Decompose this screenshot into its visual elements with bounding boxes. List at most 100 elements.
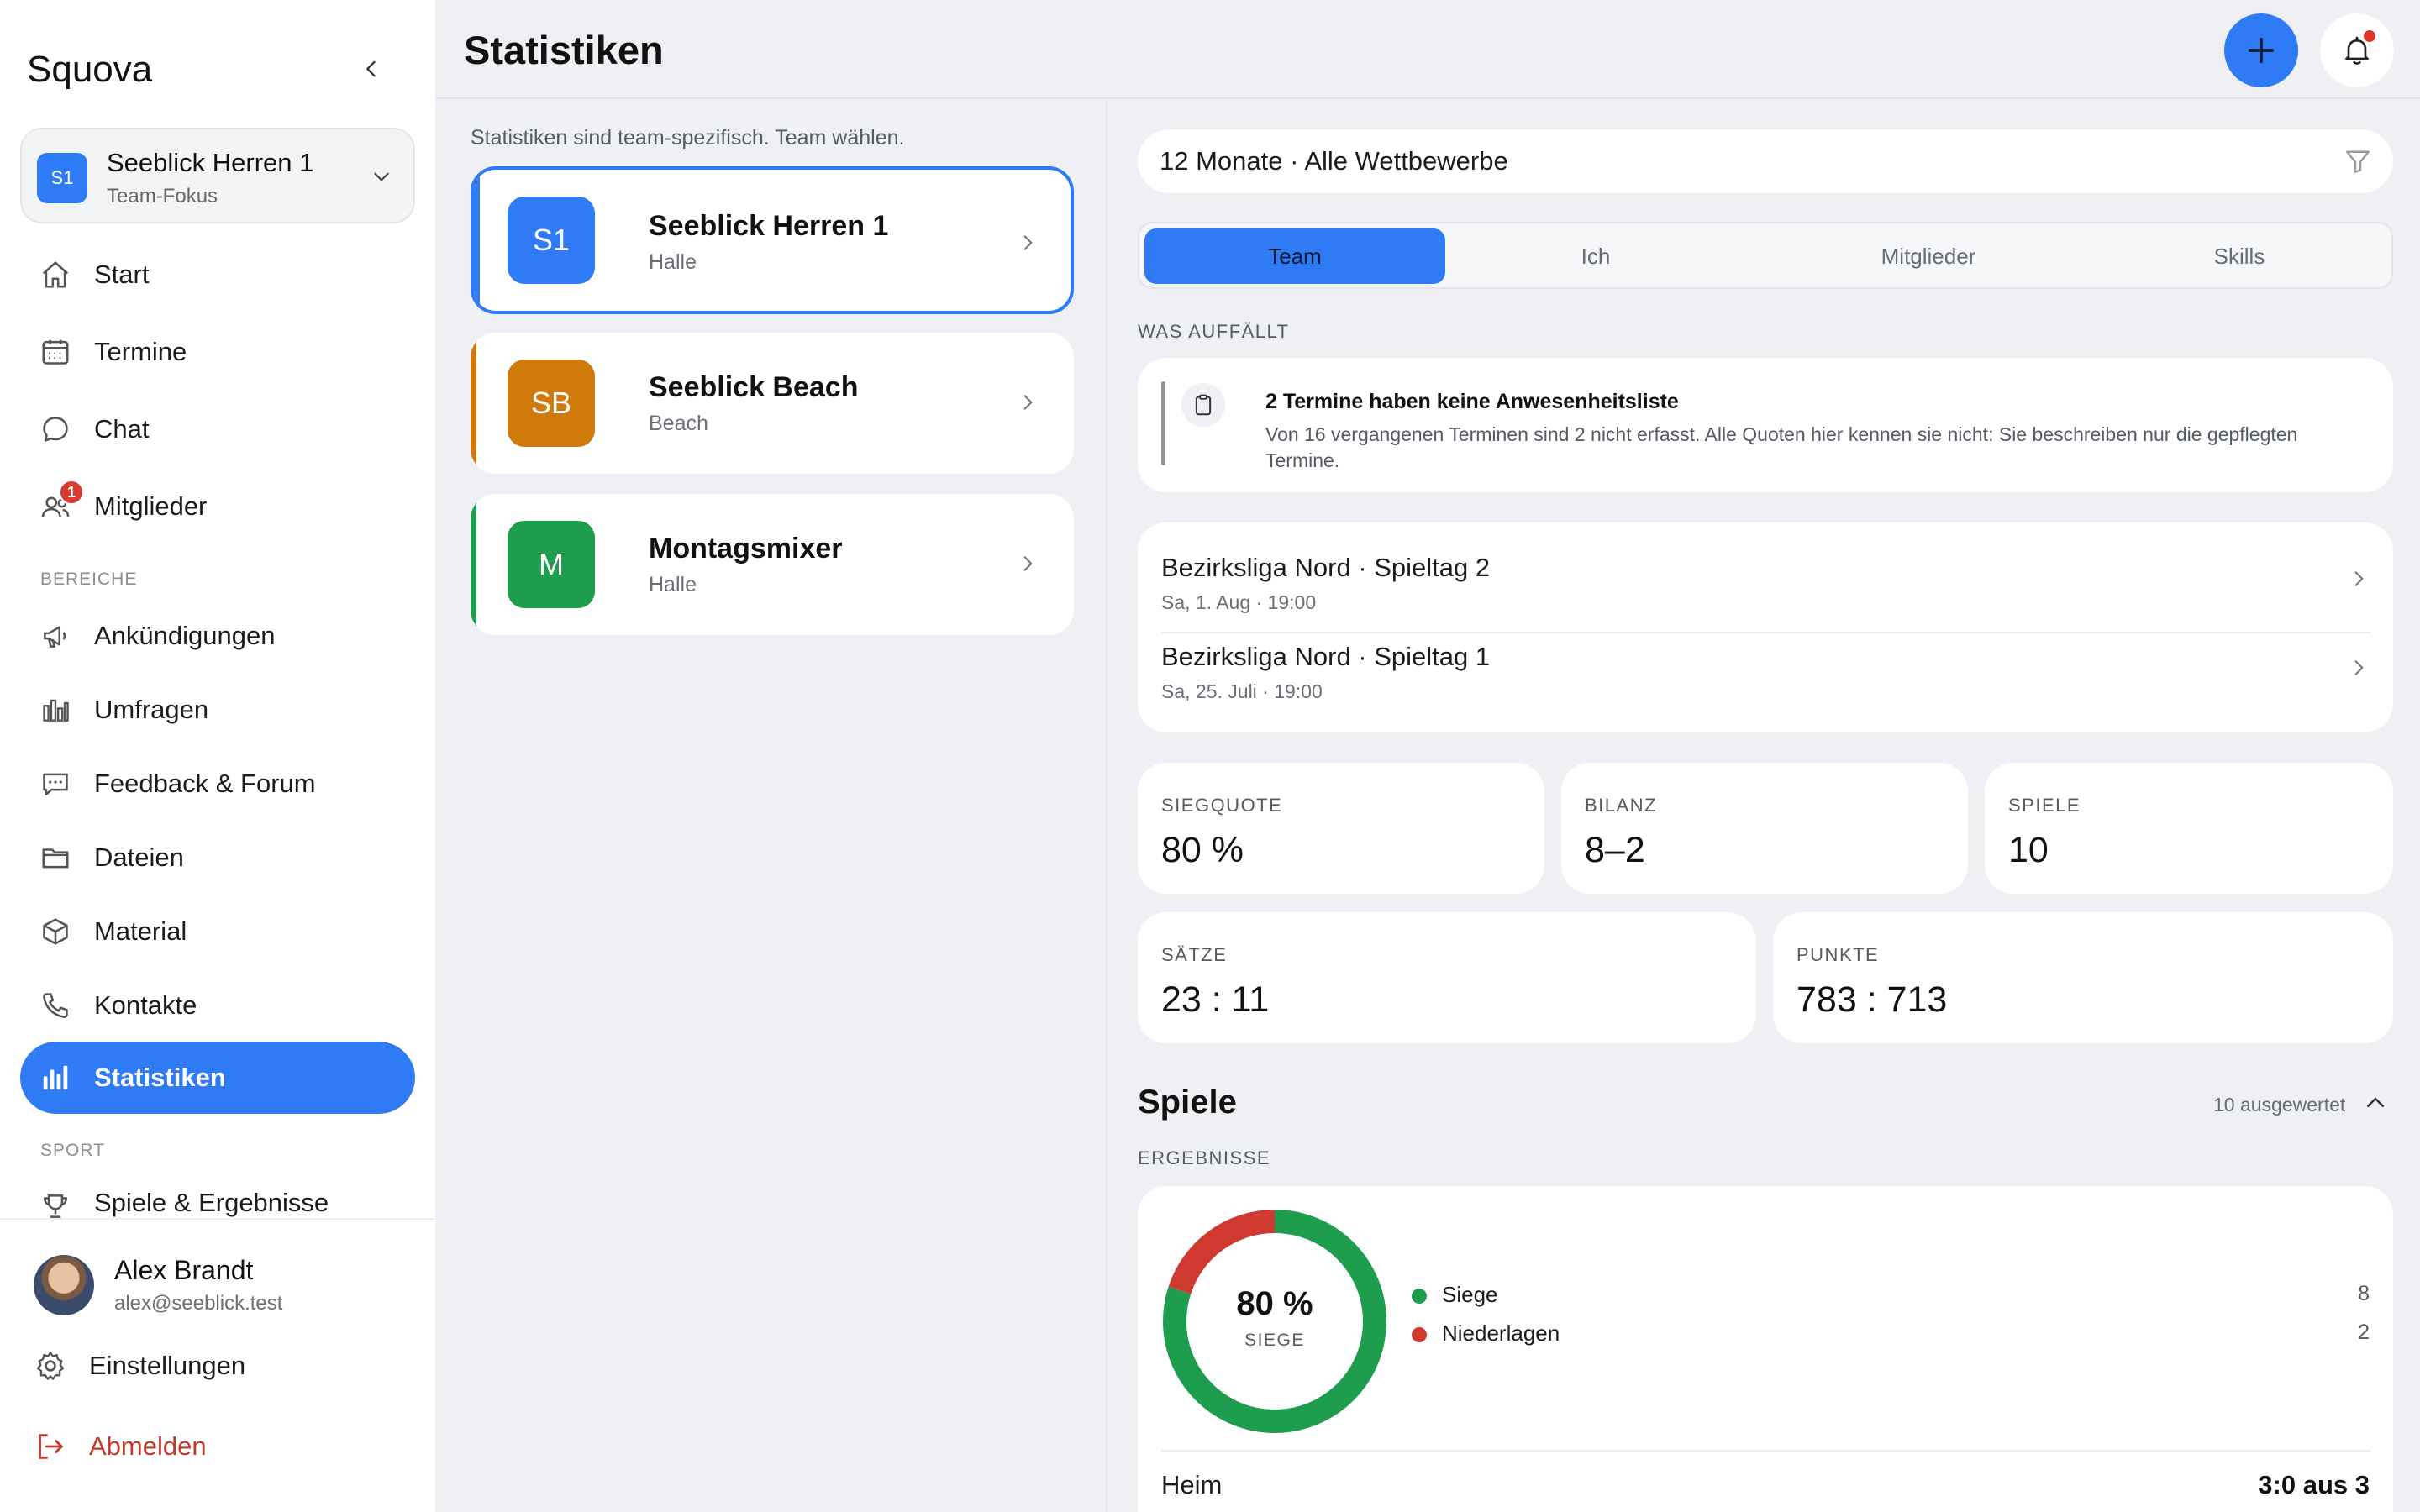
team-avatar: M [508, 521, 595, 608]
stat-card-bilanz: BILANZ 8–2 [1561, 763, 1968, 894]
gear-icon [36, 1352, 65, 1380]
chevron-right-icon [2346, 655, 2371, 680]
chevron-down-icon [366, 161, 397, 192]
calendar-icon [37, 333, 74, 370]
stat-label: BILANZ [1585, 795, 1658, 816]
team-selector[interactable]: S1 Seeblick Herren 1 Team-Fokus [20, 128, 415, 223]
stat-card-siegquote: SIEGQUOTE 80 % [1138, 763, 1544, 894]
chevron-right-icon [2346, 566, 2371, 591]
legend-label: Siege [1442, 1282, 1498, 1307]
stat-label: SPIELE [2008, 795, 2081, 816]
filter-icon[interactable] [2341, 144, 2375, 178]
sidebar-item-spiele-ergebnisse[interactable]: Spiele & Ergebnisse [20, 1171, 415, 1218]
upcoming-games-list: Bezirksliga Nord · Spieltag 2 Sa, 1. Aug… [1138, 522, 2393, 732]
folder-icon [37, 839, 74, 876]
chat-icon [37, 411, 74, 448]
game-date: Sa, 25. Juli · 19:00 [1161, 680, 1323, 702]
list-item[interactable]: Bezirksliga Nord · Spieltag 2 Sa, 1. Aug… [1161, 538, 2371, 627]
phone-icon [37, 987, 74, 1024]
team-color-stripe [471, 494, 476, 635]
stat-card-saetze: SÄTZE 23 : 11 [1138, 912, 1756, 1043]
sidebar-footer: Alex Brandt alex@seeblick.test Einstellu… [0, 1218, 435, 1512]
team-card-montagsmixer[interactable]: M Montagsmixer Halle [471, 494, 1074, 635]
notice-title: 2 Termine haben keine Anwesenheitsliste [1265, 390, 1679, 413]
team-selector-name: Seeblick Herren 1 [107, 148, 314, 177]
sidebar-item-statistiken[interactable]: Statistiken [20, 1042, 415, 1114]
chevron-up-icon [2367, 1097, 2384, 1107]
sidebar-item-label: Dateien [94, 843, 184, 872]
home-label: Heim [1161, 1470, 1223, 1499]
settings-link[interactable]: Einstellungen [34, 1349, 245, 1383]
plus-icon [2248, 37, 2275, 64]
sidebar-item-umfragen[interactable]: Umfragen [20, 674, 415, 746]
trophy-icon [37, 1188, 74, 1218]
team-avatar: S1 [508, 197, 595, 284]
team-hint: Statistiken sind team-spezifisch. Team w… [471, 126, 905, 150]
collapse-sidebar-button[interactable] [355, 52, 388, 86]
section-title-spiele: Spiele [1138, 1084, 1237, 1121]
page-title: Statistiken [464, 28, 664, 72]
megaphone-icon [37, 617, 74, 654]
stat-value: 783 : 713 [1797, 979, 1948, 1020]
section-caption-insights: WAS AUFFÄLLT [1138, 321, 1290, 342]
stat-value: 80 % [1161, 830, 1244, 870]
sidebar-item-label: Feedback & Forum [94, 769, 316, 798]
sidebar-item-termine[interactable]: Termine [20, 316, 415, 388]
box-icon [37, 913, 74, 950]
sidebar-item-label: Termine [94, 337, 187, 366]
sidebar-item-mitglieder[interactable]: 1 Mitglieder [20, 470, 415, 543]
sidebar-item-label: Spiele & Ergebnisse [94, 1188, 329, 1217]
avatar[interactable] [34, 1255, 94, 1315]
chevron-left-icon [366, 60, 376, 77]
team-type: Halle [649, 573, 697, 596]
add-button[interactable] [2224, 13, 2298, 87]
stats-tabs: Team Ich Mitglieder Skills [1138, 222, 2393, 289]
sidebar-item-label: Statistiken [94, 1063, 226, 1092]
poll-icon [37, 691, 74, 728]
list-item[interactable]: Bezirksliga Nord · Spieltag 1 Sa, 25. Ju… [1161, 627, 2371, 716]
divider [1161, 1450, 2371, 1452]
sidebar-item-label: Umfragen [94, 695, 209, 724]
legend-item-siege: Siege 8 [1412, 1278, 2370, 1312]
period-filter[interactable]: 12 Monate · Alle Wettbewerbe [1138, 129, 2393, 193]
logout-link[interactable]: Abmelden [34, 1430, 207, 1463]
sidebar-item-material[interactable]: Material [20, 895, 415, 968]
sidebar-item-feedback-forum[interactable]: Feedback & Forum [20, 748, 415, 820]
section-caption-ergebnisse: ERGEBNISSE [1138, 1147, 1271, 1168]
forum-icon [37, 765, 74, 802]
team-list-panel: Statistiken sind team-spezifisch. Team w… [435, 101, 1107, 1512]
sidebar-item-kontakte[interactable]: Kontakte [20, 969, 415, 1042]
notification-badge: 1 [59, 480, 84, 505]
tab-team[interactable]: Team [1144, 228, 1445, 284]
legend-dot [1412, 1327, 1427, 1342]
team-name: Seeblick Beach [649, 371, 859, 403]
tab-ich[interactable]: Ich [1445, 228, 1746, 284]
settings-label: Einstellungen [89, 1351, 246, 1380]
sidebar-item-ankuendigungen[interactable]: Ankündigungen [20, 600, 415, 672]
legend-dot [1412, 1289, 1427, 1304]
sidebar: Squova S1 Seeblick Herren 1 Team-Fokus S… [0, 0, 435, 1512]
team-card-seeblick-herren-1[interactable]: S1 Seeblick Herren 1 Halle [471, 166, 1074, 314]
chevron-right-icon [1015, 551, 1040, 576]
legend-label: Niederlagen [1442, 1320, 1560, 1346]
sidebar-item-chat[interactable]: Chat [20, 393, 415, 465]
sidebar-item-start[interactable]: Start [20, 239, 415, 311]
tab-mitglieder[interactable]: Mitglieder [1778, 228, 2079, 284]
user-name: Alex Brandt [114, 1255, 254, 1285]
tab-skills[interactable]: Skills [2089, 228, 2390, 284]
insight-notice: 2 Termine haben keine Anwesenheitsliste … [1138, 358, 2393, 492]
sidebar-item-label: Mitglieder [94, 491, 208, 521]
team-type: Beach [649, 412, 708, 435]
collapse-section-button[interactable] [2361, 1089, 2390, 1117]
sidebar-item-label: Kontakte [94, 990, 197, 1020]
chevron-right-icon [1015, 390, 1040, 415]
stat-label: SÄTZE [1161, 944, 1228, 965]
legend-value: 2 [2358, 1320, 2370, 1344]
sidebar-item-dateien[interactable]: Dateien [20, 822, 415, 894]
sidebar-item-label: Chat [94, 414, 150, 444]
logout-label: Abmelden [89, 1431, 207, 1461]
notifications-button[interactable] [2320, 13, 2394, 87]
members-icon: 1 [37, 480, 84, 525]
stat-label: PUNKTE [1797, 944, 1880, 965]
team-card-seeblick-beach[interactable]: SB Seeblick Beach Beach [471, 333, 1074, 474]
